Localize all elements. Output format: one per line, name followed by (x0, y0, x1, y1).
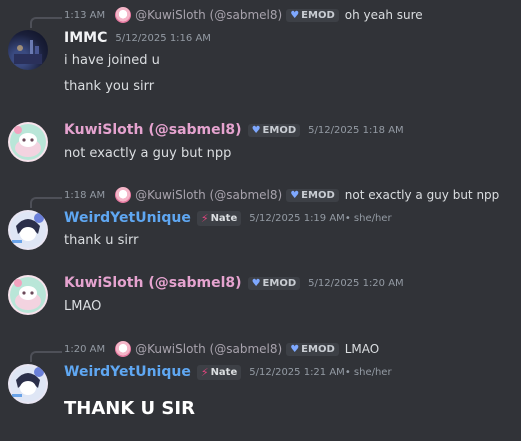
emod-badge: ♥ EMOD (247, 276, 301, 290)
message-header: IMMC 5/12/2025 1:16 AM (64, 30, 211, 46)
avatar[interactable] (8, 30, 48, 70)
emod-badge: ♥ EMOD (286, 188, 339, 202)
badge-label: EMOD (301, 343, 335, 355)
pronouns: • she/her (344, 366, 392, 378)
emod-badge: ♥ EMOD (247, 123, 301, 137)
night-city-avatar-art (14, 40, 42, 64)
server-tag: ⚡ Nate (196, 210, 242, 226)
reply-spine (30, 17, 62, 28)
reply-time: 1:18 AM (64, 189, 106, 201)
message-header: KuwiSloth (@sabmel8) ♥ EMOD 5/12/2025 1:1… (64, 122, 404, 138)
timestamp: 5/12/2025 1:20 AM (308, 277, 404, 289)
character-avatar-art (10, 366, 46, 402)
reply-avatar (115, 187, 132, 203)
avatar[interactable] (8, 364, 48, 404)
emod-badge: ♥ EMOD (286, 342, 339, 356)
message-text: LMAO (64, 299, 102, 314)
avatar[interactable] (8, 275, 48, 315)
reply-author[interactable]: @KuwiSloth (@sabmel8) (135, 342, 282, 356)
reply-preview[interactable]: 1:13 AM @KuwiSloth (@sabmel8) ♥ EMOD oh y… (64, 6, 423, 24)
avatar[interactable] (8, 122, 48, 162)
lightning-bolt-icon: ⚡ (200, 365, 209, 379)
reply-time: 1:20 AM (64, 343, 106, 355)
heart-shield-icon: ♥ (290, 343, 300, 355)
reply-spine (30, 351, 62, 362)
badge-label: EMOD (262, 124, 297, 136)
heart-shield-icon: ♥ (290, 189, 300, 201)
lightning-bolt-icon: ⚡ (200, 211, 209, 225)
timestamp: 5/12/2025 1:16 AM (115, 32, 211, 44)
reply-author[interactable]: @KuwiSloth (@sabmel8) (135, 188, 282, 202)
sloth-avatar-art (10, 124, 46, 160)
message-text: THANK U SIR (64, 398, 195, 419)
heart-shield-icon: ♥ (290, 9, 300, 21)
timestamp: 5/12/2025 1:21 AM (249, 366, 345, 378)
chat-log: 1:13 AM @KuwiSloth (@sabmel8) ♥ EMOD oh y… (0, 0, 521, 441)
sloth-avatar-art (10, 277, 46, 313)
author-name[interactable]: KuwiSloth (@sabmel8) (64, 122, 242, 138)
author-name[interactable]: WeirdYetUnique (64, 210, 191, 226)
reply-spine (30, 197, 62, 208)
author-name[interactable]: WeirdYetUnique (64, 364, 191, 380)
reply-preview[interactable]: 1:20 AM @KuwiSloth (@sabmel8) ♥ EMOD LMAO (64, 340, 379, 358)
tag-label: Nate (210, 212, 238, 224)
reply-avatar (115, 7, 132, 23)
message-header: KuwiSloth (@sabmel8) ♥ EMOD 5/12/2025 1:2… (64, 275, 404, 291)
author-name[interactable]: IMMC (64, 30, 107, 46)
reply-time: 1:13 AM (64, 9, 106, 21)
message-text: not exactly a guy but npp (64, 146, 232, 161)
message-text: i have joined u (64, 53, 160, 68)
reply-text: not exactly a guy but npp (344, 188, 500, 202)
badge-label: EMOD (301, 9, 335, 21)
badge-label: EMOD (262, 277, 297, 289)
reply-text: LMAO (344, 342, 380, 356)
reply-avatar (115, 341, 132, 357)
heart-shield-icon: ♥ (251, 124, 261, 136)
pronouns: • she/her (344, 212, 392, 224)
author-name[interactable]: KuwiSloth (@sabmel8) (64, 275, 242, 291)
tag-label: Nate (210, 366, 238, 378)
heart-shield-icon: ♥ (251, 277, 261, 289)
avatar[interactable] (8, 210, 48, 250)
timestamp: 5/12/2025 1:19 AM (249, 212, 345, 224)
reply-text: oh yeah sure (344, 8, 423, 22)
badge-label: EMOD (301, 189, 335, 201)
timestamp: 5/12/2025 1:18 AM (308, 124, 404, 136)
server-tag: ⚡ Nate (196, 364, 242, 380)
message-header: WeirdYetUnique ⚡ Nate 5/12/2025 1:19 AM •… (64, 210, 392, 226)
emod-badge: ♥ EMOD (286, 8, 339, 22)
reply-author[interactable]: @KuwiSloth (@sabmel8) (135, 8, 282, 22)
message-header: WeirdYetUnique ⚡ Nate 5/12/2025 1:21 AM •… (64, 364, 392, 380)
reply-preview[interactable]: 1:18 AM @KuwiSloth (@sabmel8) ♥ EMOD not … (64, 186, 499, 204)
message-text: thank you sirr (64, 79, 155, 94)
message-text: thank u sirr (64, 233, 139, 248)
character-avatar-art (10, 212, 46, 248)
